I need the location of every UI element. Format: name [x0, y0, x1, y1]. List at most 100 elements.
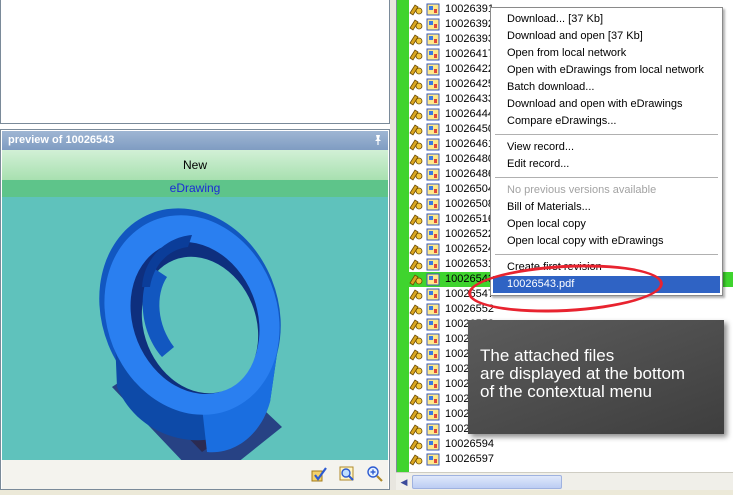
- document-number: 10026486: [445, 168, 494, 180]
- document-number: 10026433: [445, 93, 494, 105]
- upper-empty-pane: [0, 0, 390, 124]
- document-icon: [426, 138, 440, 151]
- drawing-status-icon: [409, 48, 423, 61]
- menu-item-edit-record[interactable]: Edit record...: [493, 156, 720, 173]
- document-number: 10026508: [445, 198, 494, 210]
- check-documents-icon[interactable]: [310, 465, 328, 483]
- zoom-in-icon[interactable]: [366, 465, 384, 483]
- menu-separator: [495, 254, 718, 255]
- document-icon: [426, 183, 440, 196]
- drawing-status-icon: [409, 438, 423, 451]
- drawing-status-icon: [409, 228, 423, 241]
- drawing-status-icon: [409, 318, 423, 331]
- document-number: 10026504: [445, 183, 494, 195]
- drawing-status-icon: [409, 108, 423, 121]
- document-icon: [426, 168, 440, 181]
- document-icon: [426, 438, 440, 451]
- document-number: 10026422: [445, 63, 494, 75]
- document-number: 10026516: [445, 213, 494, 225]
- drawing-status-icon: [409, 243, 423, 256]
- document-number: 10026417: [445, 48, 494, 60]
- document-number: 10026522: [445, 228, 494, 240]
- drawing-status-icon: [409, 213, 423, 226]
- menu-item-open-local-copy[interactable]: Open local copy: [493, 216, 720, 233]
- document-icon: [426, 273, 440, 286]
- pin-icon[interactable]: [372, 134, 384, 146]
- document-icon: [426, 258, 440, 271]
- list-item[interactable]: 10026594: [409, 437, 733, 452]
- document-icon: [426, 228, 440, 241]
- document-icon: [426, 378, 440, 391]
- ring-part-model: [99, 208, 282, 460]
- menu-item-no-previous-versions: No previous versions available: [507, 184, 657, 196]
- scroll-left-icon[interactable]: ◀: [397, 475, 411, 489]
- document-icon: [426, 303, 440, 316]
- context-menu: Download... [37 Kb] Download and open [3…: [490, 7, 723, 296]
- document-icon: [426, 63, 440, 76]
- menu-item-open-from-network[interactable]: Open from local network: [493, 45, 720, 62]
- preview-title: preview of 10026543: [8, 134, 115, 146]
- drawing-status-icon: [409, 93, 423, 106]
- annotation-callout: The attached files are displayed at the …: [468, 320, 724, 434]
- callout-line: The attached files: [480, 346, 615, 365]
- menu-item-download-and-open[interactable]: Download and open [37 Kb]: [493, 28, 720, 45]
- drawing-status-icon: [409, 258, 423, 271]
- edrawing-viewer[interactable]: [2, 197, 388, 460]
- menu-item-compare-edrawings[interactable]: Compare eDrawings...: [493, 113, 720, 130]
- document-icon: [426, 453, 440, 466]
- list-item[interactable]: 10026597: [409, 452, 733, 467]
- preview-panel: preview of 10026543 New eDrawing: [0, 129, 390, 490]
- drawing-status-icon: [409, 168, 423, 181]
- menu-item-view-record[interactable]: View record...: [493, 139, 720, 156]
- document-number: 10026392: [445, 18, 494, 30]
- drawing-status-icon: [409, 363, 423, 376]
- document-icon: [426, 93, 440, 106]
- document-icon: [426, 3, 440, 16]
- document-number: 10026524: [445, 243, 494, 255]
- tab-edrawing[interactable]: eDrawing: [2, 180, 388, 197]
- drawing-status-icon: [409, 183, 423, 196]
- scroll-thumb[interactable]: [412, 475, 562, 489]
- menu-item-batch-download[interactable]: Batch download...: [493, 79, 720, 96]
- drawing-status-icon: [409, 198, 423, 211]
- document-number: 10026597: [445, 453, 494, 465]
- drawing-status-icon: [409, 348, 423, 361]
- menu-item-open-edrawings-network[interactable]: Open with eDrawings from local network: [493, 62, 720, 79]
- document-number: 10026425: [445, 78, 494, 90]
- menu-item-download[interactable]: Download... [37 Kb]: [493, 11, 720, 28]
- document-icon: [426, 288, 440, 301]
- drawing-status-icon: [409, 138, 423, 151]
- document-icon: [426, 48, 440, 61]
- document-icon: [426, 153, 440, 166]
- document-icon: [426, 423, 440, 436]
- menu-item-download-open-edrawings[interactable]: Download and open with eDrawings: [493, 96, 720, 113]
- drawing-status-icon: [409, 378, 423, 391]
- drawing-status-icon: [409, 78, 423, 91]
- horizontal-scrollbar[interactable]: ◀: [396, 472, 733, 490]
- document-icon: [426, 408, 440, 421]
- window-bottom-border: [0, 490, 733, 495]
- zoom-fit-icon[interactable]: [338, 465, 356, 483]
- document-icon: [426, 108, 440, 121]
- drawing-status-icon: [409, 123, 423, 136]
- document-number: 10026531: [445, 258, 494, 270]
- document-number: 10026461: [445, 138, 494, 150]
- status-gutter: [397, 0, 409, 472]
- document-icon: [426, 123, 440, 136]
- drawing-status-icon: [409, 3, 423, 16]
- preview-title-bar: preview of 10026543: [2, 131, 388, 150]
- drawing-status-icon: [409, 18, 423, 31]
- document-number: 10026450: [445, 123, 494, 135]
- drawing-status-icon: [409, 423, 423, 436]
- drawing-status-icon: [409, 33, 423, 46]
- document-number: 10026391: [445, 3, 494, 15]
- document-icon: [426, 363, 440, 376]
- document-icon: [426, 348, 440, 361]
- document-number: 10026444: [445, 108, 494, 120]
- document-number: 10026393: [445, 33, 494, 45]
- drawing-status-icon: [409, 63, 423, 76]
- status-new-bar: New: [2, 150, 388, 180]
- drawing-status-icon: [409, 303, 423, 316]
- menu-item-bill-of-materials[interactable]: Bill of Materials...: [493, 199, 720, 216]
- menu-item-open-local-copy-edrawings[interactable]: Open local copy with eDrawings: [493, 233, 720, 250]
